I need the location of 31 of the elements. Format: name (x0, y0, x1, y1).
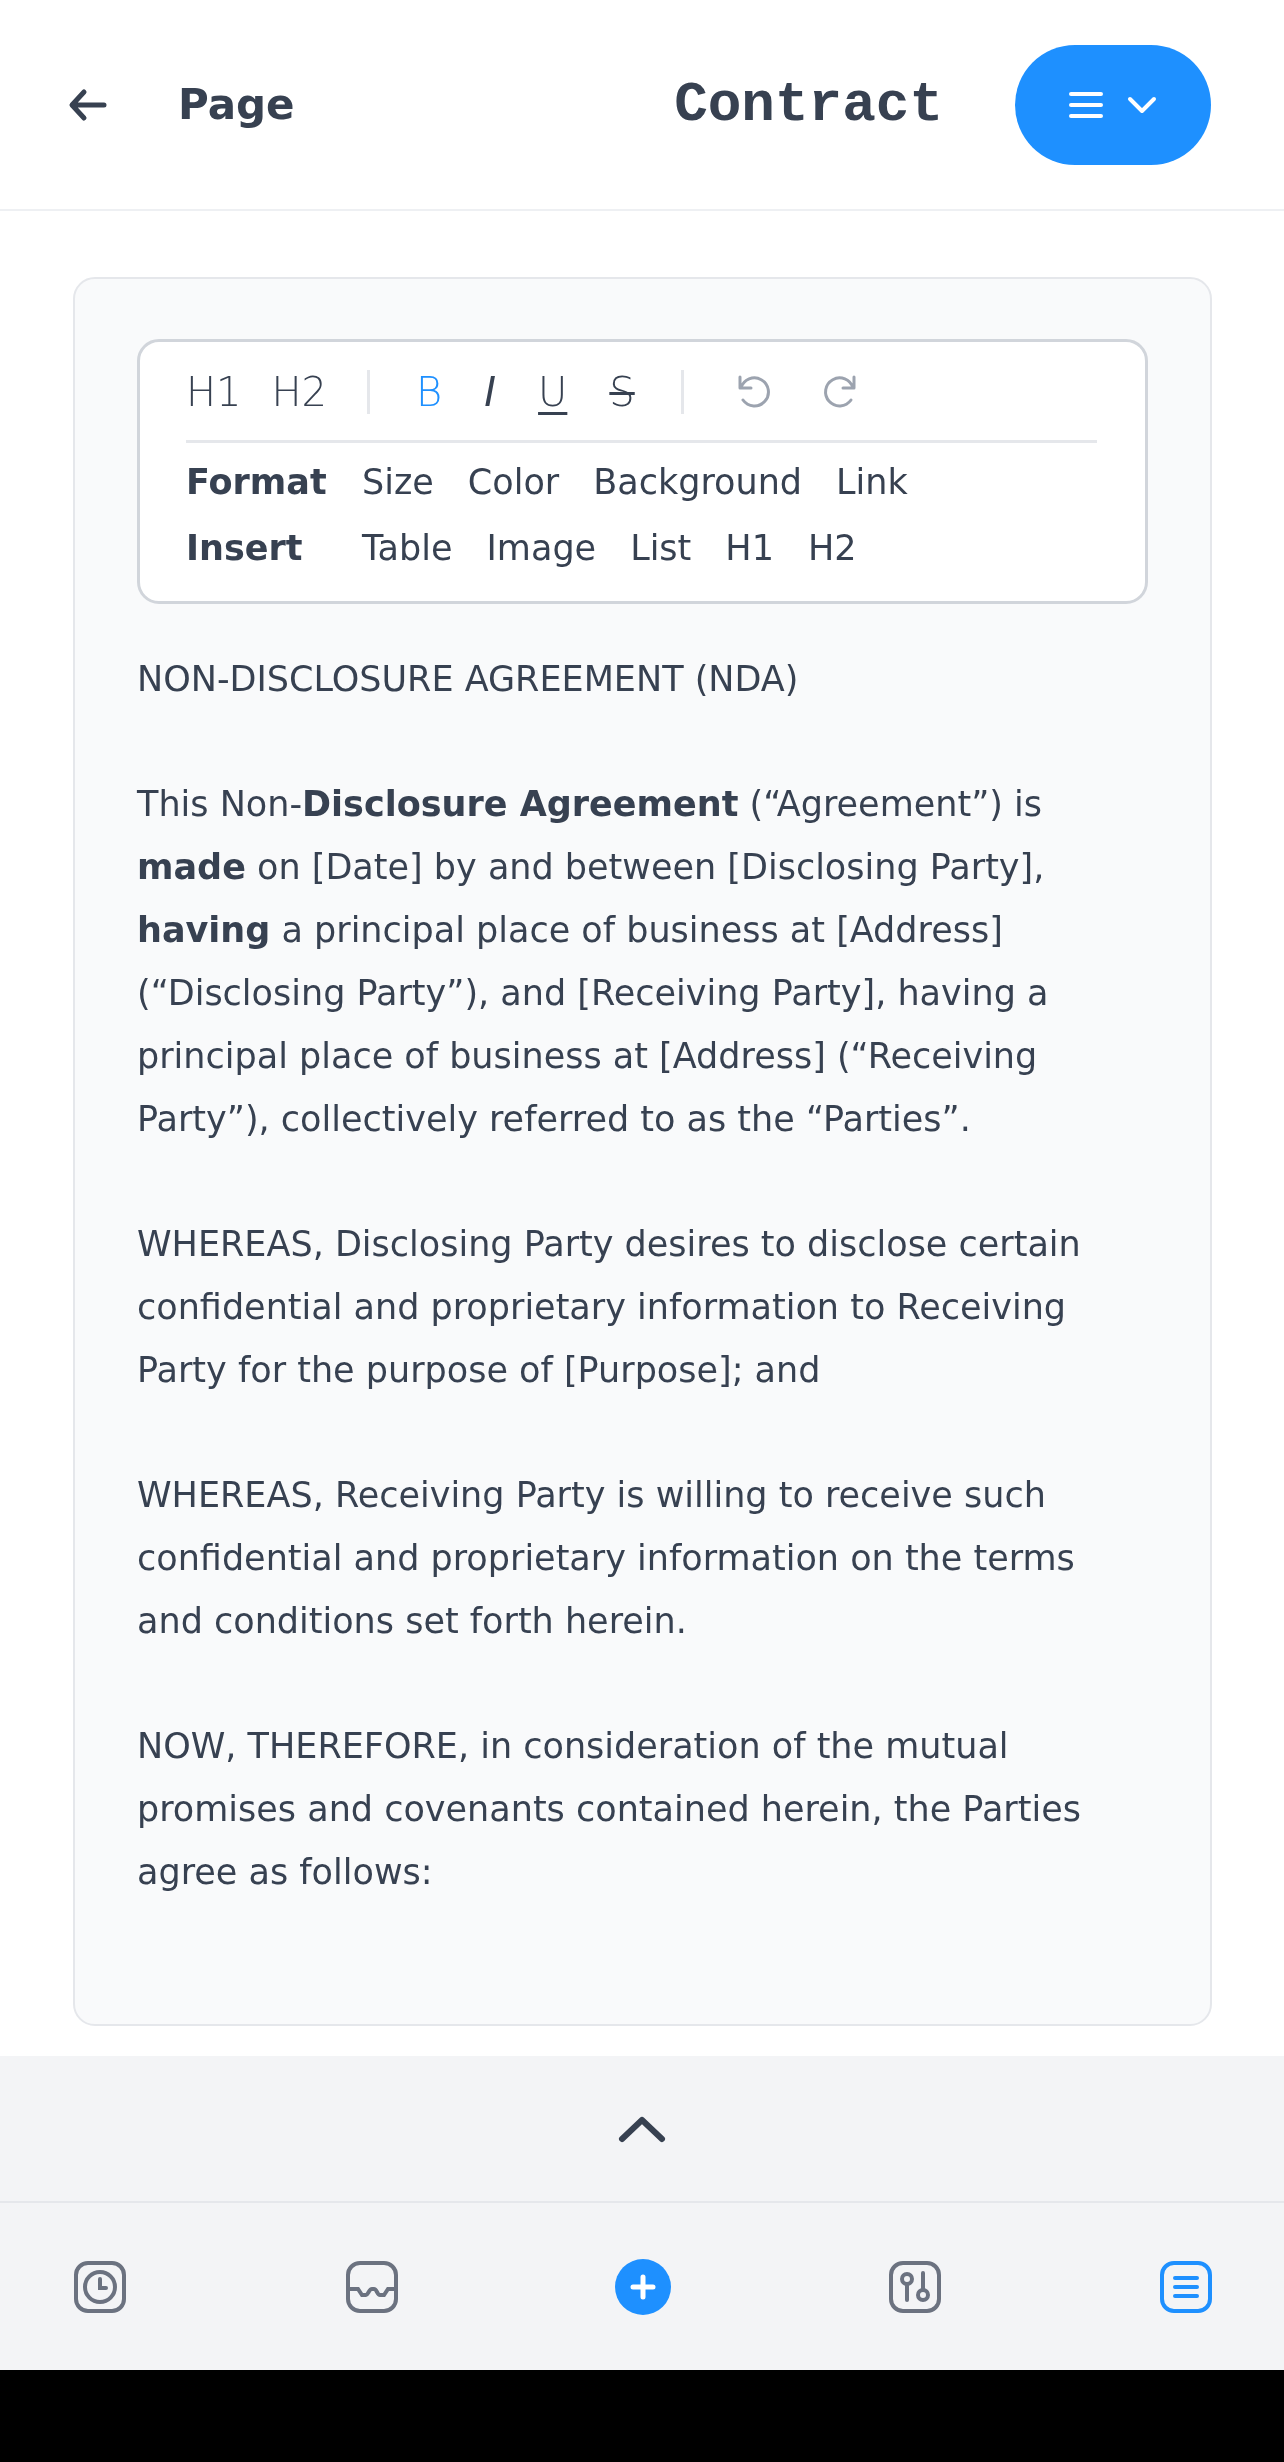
page-title: Contract (674, 72, 943, 137)
add-icon[interactable] (615, 2258, 671, 2315)
menu-item[interactable]: Link (836, 462, 908, 502)
menu-item[interactable]: Image (486, 528, 597, 568)
back-label[interactable]: Page (178, 80, 295, 129)
heading-button[interactable]: H2 (271, 366, 328, 418)
document-title: NON-DISCLOSURE AGREEMENT (NDA) (137, 658, 800, 701)
strike-button[interactable]: S (609, 366, 635, 418)
inbox-icon[interactable] (343, 2258, 400, 2315)
clock-icon[interactable] (72, 2258, 128, 2315)
document-paragraph: WHEREAS, Receiving Party is willing to receive such confidential and proprietary information on the terms and conditions set forth herein. (137, 1474, 1076, 1643)
menu-item[interactable]: Table (362, 528, 453, 568)
menu-item[interactable]: List (630, 528, 692, 568)
hamburger-icon (1068, 89, 1104, 120)
italic-button[interactable]: I (484, 366, 497, 418)
document-paragraph: NOW, THEREFORE, in consideration of the mutual promises and covenants contained herein, the Parties agree as follows: (137, 1725, 1082, 1894)
menu-item[interactable]: Color (467, 462, 560, 502)
menu-label: Insert (186, 527, 304, 570)
menu-label: Format (186, 461, 328, 504)
menu-item[interactable]: H1 (725, 528, 774, 568)
document-paragraph: WHEREAS, Disclosing Party desires to disclose certain confidential and proprietary information to Receiving Party for the purpose of [Purpose]; and (137, 1223, 1082, 1392)
chevron-down-icon (1126, 94, 1158, 115)
back-icon[interactable] (68, 87, 108, 122)
list-icon[interactable] (1158, 2258, 1214, 2315)
heading-button[interactable]: H1 (186, 366, 242, 418)
menu-item[interactable]: Size (362, 462, 434, 502)
menu-item[interactable]: H2 (807, 528, 857, 568)
document-paragraph: This Non-Disclosure Agreement (“Agreement”) is made on [Date] by and between [Disclosing Party], having a principal place of business at [Address] (“Disclosing Party”), and [Receiving Party], having a principal place of business at [Address] (“Receiving Party”), collectively referred to as the “Parties”. (137, 783, 1050, 1141)
underline-button[interactable]: U (538, 366, 568, 418)
sliders-icon[interactable] (886, 2258, 943, 2315)
menu-item[interactable]: Background (593, 462, 803, 502)
